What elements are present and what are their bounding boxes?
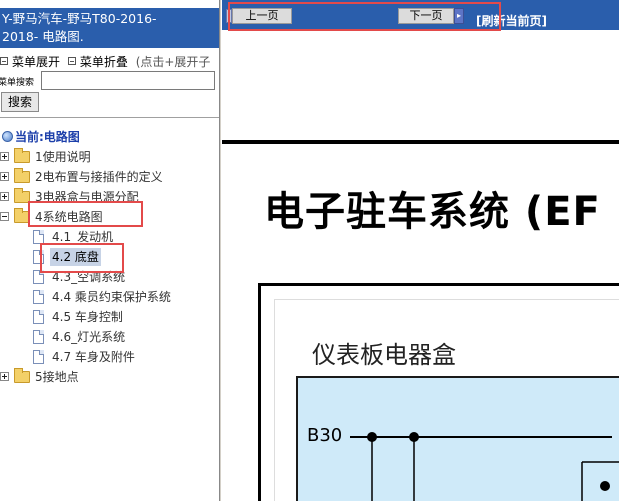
wire-junction xyxy=(409,432,419,442)
tree-child-label: 4.7 车身及附件 xyxy=(52,350,135,364)
current-label: 当前:电路图 xyxy=(15,130,80,144)
document-icon xyxy=(33,350,44,364)
tree-child-lighting[interactable]: 4.6_灯光系统 xyxy=(0,328,219,346)
search-button[interactable]: 搜索 xyxy=(1,92,39,112)
tree-item-label: 2电布置与接插件的定义 xyxy=(35,170,163,184)
document-icon xyxy=(33,310,44,324)
expand-icon[interactable] xyxy=(0,57,8,65)
tree-child-chassis[interactable]: 4.2 底盘 xyxy=(0,248,219,266)
tree-child-label-selected: 4.2 底盘 xyxy=(50,248,101,266)
tree-item-label: 3电器盒与电源分配 xyxy=(35,190,139,204)
expand-plus-icon[interactable] xyxy=(0,192,9,201)
expand-plus-icon[interactable] xyxy=(0,172,9,181)
vehicle-title: Y-野马汽车-野马T80-2016- 2018- 电路图. xyxy=(0,8,219,48)
tree-item-ground[interactable]: 5接地点 xyxy=(0,368,219,386)
wire-junction xyxy=(600,481,610,491)
document-icon xyxy=(33,230,44,244)
document-icon xyxy=(33,330,44,344)
menu-toggle-row: 菜单展开 菜单折叠 (点击+展开子 xyxy=(0,53,210,70)
expand-plus-icon[interactable] xyxy=(0,372,9,381)
tree-child-restraint[interactable]: 4.4 乘员约束保护系统 xyxy=(0,288,219,306)
collapse-minus-icon[interactable] xyxy=(0,212,9,221)
search-input[interactable] xyxy=(41,71,215,90)
vehicle-title-line1: Y-野马汽车-野马T80-2016- xyxy=(2,11,157,26)
tree-child-label: 4.5 车身控制 xyxy=(52,310,123,324)
wire-junction xyxy=(367,432,377,442)
menu-collapse-link[interactable]: 菜单折叠 xyxy=(80,55,128,69)
tree-current-node[interactable]: 当前:电路图 xyxy=(2,128,80,146)
globe-icon xyxy=(2,131,13,142)
tree-item-label: 5接地点 xyxy=(35,370,79,384)
collapse-icon[interactable] xyxy=(67,57,76,65)
tree-item-layout[interactable]: 2电布置与接插件的定义 xyxy=(0,168,219,186)
tree-child-engine[interactable]: 4.1_发动机 xyxy=(0,228,219,246)
wiring-diagram xyxy=(350,432,619,501)
tree-child-label: 4.4 乘员约束保护系统 xyxy=(52,290,171,304)
tree-item-usage[interactable]: 1使用说明 xyxy=(0,148,219,166)
folder-icon xyxy=(14,368,30,383)
folder-icon xyxy=(14,148,30,163)
expand-plus-icon[interactable] xyxy=(0,152,9,161)
folder-icon xyxy=(14,168,30,183)
tree-child-label: 4.1_发动机 xyxy=(52,230,114,244)
document-icon xyxy=(33,290,44,304)
vehicle-title-line2: 2018- 电路图. xyxy=(2,29,84,44)
menu-expand-link[interactable]: 菜单展开 xyxy=(12,55,60,69)
divider xyxy=(0,117,219,118)
tree-child-ac[interactable]: 4.3_空调系统 xyxy=(0,268,219,286)
tree-item-power[interactable]: 3电器盒与电源分配 xyxy=(0,188,219,206)
menu-hint: (点击+展开子 xyxy=(135,55,211,69)
folder-open-icon xyxy=(14,208,30,223)
folder-icon xyxy=(14,188,30,203)
document-icon xyxy=(33,270,44,284)
tree-child-body-control[interactable]: 4.5 车身控制 xyxy=(0,308,219,326)
navigation-pane: Y-野马汽车-野马T80-2016- 2018- 电路图. 菜单展开 菜单折叠 … xyxy=(0,0,219,501)
tree-child-label: 4.6_灯光系统 xyxy=(52,330,126,344)
document-icon xyxy=(33,250,44,264)
tree-item-label: 4系统电路图 xyxy=(35,210,103,224)
content-pane: 上一页 下一页 ▸ [刷新当前页] 电子驻车系统 (EF 仪表板电器盒 B30 xyxy=(222,0,619,501)
search-label: 菜单搜索 xyxy=(0,78,35,88)
tree-item-label: 1使用说明 xyxy=(35,150,91,164)
tree-item-system-circuits[interactable]: 4系统电路图 xyxy=(0,208,219,226)
tree-child-label: 4.3_空调系统 xyxy=(52,270,126,284)
tree-child-body-accessories[interactable]: 4.7 车身及附件 xyxy=(0,348,219,366)
